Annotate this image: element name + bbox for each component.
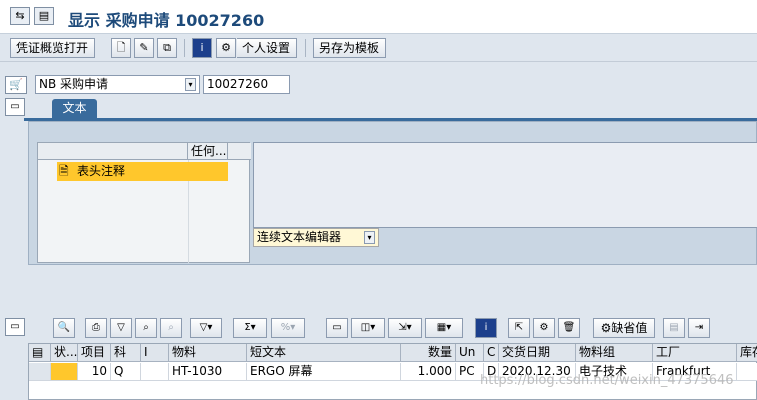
paste-icon[interactable]: ⇥ [688, 318, 710, 338]
item-detail-icon[interactable]: ⇱ [508, 318, 530, 338]
cell-item[interactable]: 10 [78, 363, 111, 381]
expand-header-icon[interactable]: ▭ [5, 98, 25, 116]
toolbar-separator [305, 39, 306, 57]
views-icon[interactable]: ◫▾ [351, 318, 385, 338]
customize-layout-icon[interactable]: ▤ [34, 7, 54, 25]
editor-mode-value: 连续文本编辑器 [257, 230, 342, 244]
editor-mode-select[interactable]: 连续文本编辑器 ▾ [253, 228, 379, 247]
watermark-text: https://blog.csdn.net/weixin_47375646 [480, 373, 734, 388]
cell-quantity[interactable]: 1.000 [401, 363, 456, 381]
items-toolbar: 🔍 ⎙ ▽ ⌕ ⌕ ▽▾ Σ▾ %▾ ▭ ◫▾ ⇲▾ ▦▾ i ⇱ ⚙ 🗑 ⚙缺… [53, 318, 757, 340]
text-panel: 任何... 🗎 表头注释 连续文本编辑器 ▾ [28, 121, 757, 265]
column-header-material[interactable]: 物料 [169, 344, 247, 362]
application-toolbar: 凭证概览打开 🗋 ✎ ⧉ i ⚙ 个人设置 另存为模板 [0, 34, 757, 62]
personal-settings-icon[interactable]: ⚙ [216, 38, 236, 58]
column-header-plant[interactable]: 工厂 [653, 344, 737, 362]
save-as-template-button[interactable]: 另存为模板 [313, 38, 386, 58]
tree-column-header-any: 任何... [188, 143, 228, 160]
header-info-icon[interactable]: i [192, 38, 212, 58]
export-icon[interactable]: ⇲▾ [388, 318, 422, 338]
cell-material[interactable]: HT-1030 [169, 363, 247, 381]
tree-row-header-note[interactable]: 🗎 表头注释 [57, 162, 228, 181]
toolbar-separator [184, 39, 185, 57]
column-header-account[interactable]: 科 [111, 344, 141, 362]
column-header-i[interactable]: I [141, 344, 169, 362]
tree-column-header [38, 143, 188, 160]
column-header-delivery-date[interactable]: 交货日期 [499, 344, 576, 362]
delete-icon[interactable]: 🗑 [558, 318, 580, 338]
tree-column-header-spacer [228, 143, 251, 160]
set-filter-icon[interactable]: ▽▾ [190, 318, 222, 338]
details-icon[interactable]: 🔍 [53, 318, 75, 338]
subtotal-icon[interactable]: %▾ [271, 318, 305, 338]
other-document-icon[interactable]: ⧉ [157, 38, 177, 58]
sum-icon[interactable]: Σ▾ [233, 318, 267, 338]
personal-settings-button[interactable]: 个人设置 [237, 38, 297, 58]
expand-items-icon[interactable]: ▭ [5, 318, 25, 336]
doc-number-field[interactable]: 10027260 [203, 75, 290, 94]
doc-type-select[interactable]: NB 采购申请 ▾ [35, 75, 200, 94]
print-preview-icon[interactable]: ▭ [326, 318, 348, 338]
text-editor-area[interactable] [253, 142, 757, 228]
filter-icon[interactable]: ▽ [110, 318, 132, 338]
new-document-icon[interactable]: 🗋 [111, 38, 131, 58]
settings-icon[interactable]: ⚙ [533, 318, 555, 338]
column-header-storage[interactable]: 库存 [737, 344, 757, 362]
copy-icon[interactable]: ▤ [663, 318, 685, 338]
document-icon: 🗎 [59, 164, 69, 178]
default-values-label: 缺省值 [611, 321, 648, 335]
text-type-tree: 任何... 🗎 表头注释 [37, 142, 251, 263]
default-values-button[interactable]: ⚙缺省值 [593, 318, 655, 338]
column-header-quantity[interactable]: 数量 [401, 344, 456, 362]
layout-icon[interactable]: ▦▾ [425, 318, 463, 338]
find-icon[interactable]: ⌕ [135, 318, 157, 338]
info-icon[interactable]: i [475, 318, 497, 338]
doc-type-value: NB 采购申请 [39, 77, 109, 91]
title-bar: ⇆ ▤ 显示 采购申请 10027260 [0, 0, 757, 34]
cell-short-text[interactable]: ERGO 屏幕 [247, 363, 401, 381]
cell-status[interactable] [51, 363, 78, 381]
cell-storage[interactable] [737, 363, 757, 381]
shopping-cart-icon: 🛒 [5, 76, 27, 94]
column-header-item[interactable]: 项目 [78, 344, 111, 362]
edit-display-icon[interactable]: ✎ [134, 38, 154, 58]
page-title: 显示 采购申请 10027260 [68, 11, 265, 30]
dropdown-arrow-icon[interactable]: ▾ [185, 78, 196, 91]
print-icon[interactable]: ⎙ [85, 318, 107, 338]
tree-row-label: 表头注释 [77, 164, 126, 178]
items-table: ▤ 状... 项目 科 I 物料 短文本 数量 Un C 交货日期 物料组 工厂… [28, 343, 757, 400]
system-menu-icon[interactable]: ⇆ [10, 7, 30, 25]
cell-i[interactable] [141, 363, 169, 381]
column-header-material-group[interactable]: 物料组 [576, 344, 653, 362]
dropdown-arrow-icon[interactable]: ▾ [364, 231, 375, 244]
cell-account[interactable]: Q [111, 363, 141, 381]
doc-overview-button[interactable]: 凭证概览打开 [10, 38, 95, 58]
column-header-status[interactable]: 状... [51, 344, 78, 362]
column-header-short-text[interactable]: 短文本 [247, 344, 401, 362]
select-all-icon[interactable]: ▤ [29, 344, 51, 362]
column-header-unit[interactable]: Un [456, 344, 484, 362]
tab-text[interactable]: 文本 [52, 99, 97, 118]
row-selector[interactable] [29, 363, 51, 381]
find-next-icon[interactable]: ⌕ [160, 318, 182, 338]
column-header-c[interactable]: C [484, 344, 499, 362]
